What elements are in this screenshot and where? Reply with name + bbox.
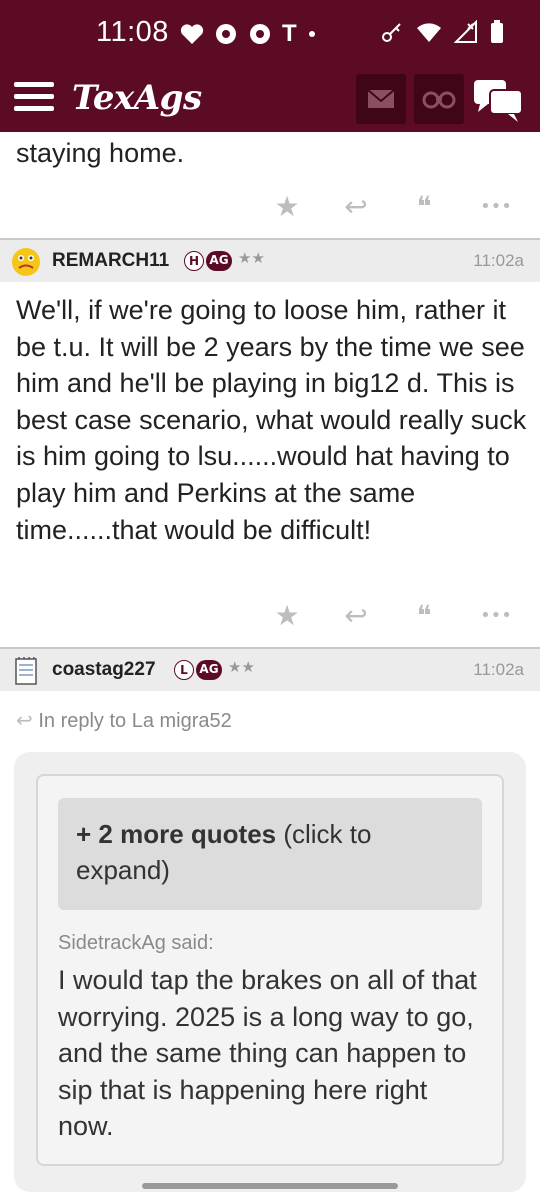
quote-text: I would tap the brakes on all of that wo…	[58, 965, 477, 1141]
rating-stars: ★★	[228, 658, 255, 676]
status-icons-left: T	[180, 20, 317, 48]
star-icon[interactable]: ★	[267, 190, 307, 223]
heart-icon	[180, 24, 204, 44]
gesture-nav-handle[interactable]	[142, 1183, 398, 1189]
ag-badge: AG	[206, 251, 232, 271]
post-header: coastag227 L AG ★★ 11:02a	[0, 647, 540, 691]
quote-icon[interactable]: ❝	[404, 599, 444, 632]
status-time: 11:08	[96, 16, 169, 48]
post-time: 11:02a	[473, 660, 524, 679]
key-icon	[382, 23, 401, 42]
hamburger-menu-icon[interactable]	[14, 82, 54, 114]
chat-button[interactable]	[470, 76, 526, 124]
badge: H	[184, 251, 204, 271]
status-bar: 11:08 T	[0, 0, 540, 66]
quote-author: SidetrackAg said:	[58, 932, 214, 954]
reply-icon[interactable]: ↩	[336, 599, 376, 632]
username[interactable]: coastag227	[52, 659, 156, 681]
avatar[interactable]	[10, 246, 42, 278]
chrome-icon	[250, 24, 270, 44]
app-bar: TexAgs	[0, 66, 540, 132]
signal-icon	[454, 20, 477, 43]
post-body: We'll, if we're going to loose him, rath…	[16, 295, 527, 545]
reply-arrow-icon: ↩	[16, 710, 33, 732]
wifi-icon	[417, 23, 441, 42]
quote-inner: + 2 more quotes (click to expand) Sidetr…	[36, 774, 504, 1166]
dot-icon	[308, 31, 315, 37]
status-icons-right	[380, 20, 504, 44]
post-actions: ★ ↩ ❝ •••	[0, 186, 540, 226]
star-icon[interactable]: ★	[267, 599, 307, 632]
expand-quotes-button[interactable]: + 2 more quotes (click to expand)	[58, 798, 482, 910]
previous-post-text: staying home.	[16, 138, 185, 168]
more-icon[interactable]: •••	[476, 196, 516, 217]
notepad-avatar[interactable]	[10, 655, 42, 687]
post-time: 11:02a	[473, 251, 524, 270]
mail-button[interactable]	[356, 74, 406, 124]
ag-badge: AG	[196, 660, 222, 680]
more-quotes-count: + 2 more quotes	[76, 819, 277, 849]
watch-button[interactable]	[414, 74, 464, 124]
battery-icon	[491, 20, 503, 43]
quote-block: + 2 more quotes (click to expand) Sidetr…	[14, 752, 526, 1192]
in-reply-to-text: In reply to La migra52	[38, 710, 232, 732]
in-reply-to-link[interactable]: ↩ In reply to La migra52	[16, 708, 232, 733]
more-icon[interactable]: •••	[476, 605, 516, 626]
binoculars-icon	[422, 91, 456, 109]
chrome-icon	[216, 24, 236, 44]
username[interactable]: REMARCH11	[52, 250, 169, 272]
post-header: REMARCH11 H AG ★★ 11:02a	[0, 238, 540, 282]
envelope-icon	[367, 89, 395, 108]
texags-logo[interactable]: TexAgs	[72, 78, 202, 118]
reply-icon[interactable]: ↩	[336, 190, 376, 223]
badge: L	[174, 660, 194, 680]
quote-icon[interactable]: ❝	[404, 190, 444, 223]
chat-bubbles-icon	[474, 80, 523, 122]
rating-stars: ★★	[238, 249, 265, 267]
t-icon: T	[282, 20, 297, 47]
post-actions: ★ ↩ ❝ •••	[0, 595, 540, 635]
